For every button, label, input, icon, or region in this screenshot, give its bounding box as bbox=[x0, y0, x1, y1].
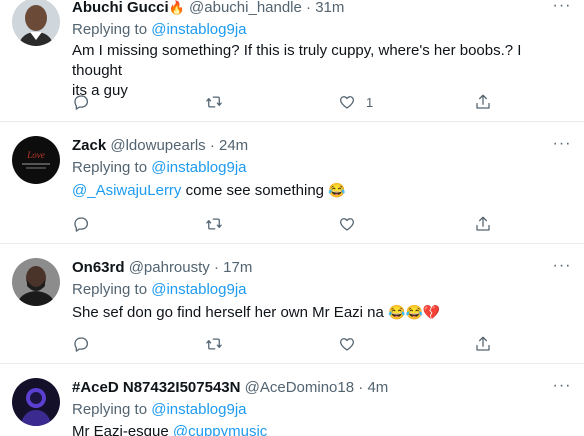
retweet-icon bbox=[206, 96, 222, 108]
reply-icon bbox=[74, 337, 89, 352]
retweet-icon bbox=[206, 218, 222, 230]
tweet-3[interactable]: On63rd @pahrousty · 17m ··· Replying to … bbox=[0, 244, 584, 364]
retweet-button[interactable] bbox=[205, 92, 223, 112]
share-icon bbox=[476, 94, 490, 109]
replying-label: Replying to bbox=[72, 281, 152, 298]
replying-label: Replying to bbox=[72, 159, 152, 176]
tweet-1[interactable]: Abuchi Gucci🔥 @abuchi_handle · 31m ··· R… bbox=[0, 0, 584, 122]
tweet-text: @_AsiwajuLerry come see something 😂 bbox=[72, 180, 572, 201]
display-name[interactable]: Zack bbox=[72, 137, 106, 154]
retweet-button[interactable] bbox=[205, 334, 223, 354]
user-handle[interactable]: @ldowupearls bbox=[110, 137, 205, 154]
share-icon bbox=[476, 216, 490, 231]
reply-button[interactable] bbox=[72, 214, 90, 234]
tweet-text-span: come see something bbox=[181, 182, 329, 199]
retweet-button[interactable] bbox=[205, 214, 223, 234]
mention-link[interactable]: @_AsiwajuLerry bbox=[72, 182, 181, 199]
replying-mention[interactable]: @instablog9ja bbox=[151, 21, 246, 38]
tweet-actions: 1 bbox=[72, 92, 512, 112]
more-icon[interactable]: ··· bbox=[552, 136, 572, 158]
fire-emoji: 🔥 bbox=[168, 0, 185, 15]
timestamp[interactable]: 4m bbox=[367, 379, 388, 396]
share-button[interactable] bbox=[474, 214, 492, 234]
separator: · bbox=[213, 259, 219, 276]
share-icon bbox=[476, 336, 490, 351]
user-handle[interactable]: @AceDomino18 bbox=[245, 379, 354, 396]
like-button[interactable] bbox=[338, 334, 356, 354]
like-count: 1 bbox=[366, 94, 374, 110]
retweet-icon bbox=[206, 338, 222, 350]
tweet-text: Mr Eazi-esque @cuppymusic bbox=[72, 422, 572, 436]
replying-label: Replying to bbox=[72, 21, 152, 38]
emoji: 😂 bbox=[328, 182, 346, 198]
avatar[interactable] bbox=[12, 258, 60, 306]
like-icon bbox=[339, 96, 355, 109]
tweet-header: On63rd @pahrousty · 17m bbox=[72, 258, 252, 278]
mention-link[interactable]: @cuppymusic bbox=[173, 423, 267, 436]
reply-icon bbox=[74, 217, 89, 232]
replying-to: Replying to @instablog9ja bbox=[72, 20, 247, 40]
like-button[interactable]: 1 bbox=[338, 92, 373, 112]
tweet-4[interactable]: #AceD N87432I507543N @AceDomino18 · 4m ·… bbox=[0, 364, 584, 436]
separator: · bbox=[306, 0, 312, 16]
display-name[interactable]: Abuchi Gucci bbox=[72, 0, 169, 16]
avatar[interactable] bbox=[12, 378, 60, 426]
share-button[interactable] bbox=[474, 334, 492, 354]
avatar[interactable]: Love bbox=[12, 136, 60, 184]
display-name[interactable]: On63rd bbox=[72, 259, 125, 276]
share-button[interactable] bbox=[474, 92, 492, 112]
tweet-actions bbox=[72, 334, 512, 354]
separator: · bbox=[358, 379, 364, 396]
timestamp[interactable]: 24m bbox=[219, 137, 248, 154]
tweet-header: Zack @ldowupearls · 24m bbox=[72, 136, 248, 156]
like-icon bbox=[339, 338, 355, 351]
reply-button[interactable] bbox=[72, 334, 90, 354]
reply-icon bbox=[74, 95, 89, 110]
more-icon[interactable]: ··· bbox=[552, 378, 572, 400]
tweet-text-line: Am I missing something? If this is truly… bbox=[72, 42, 522, 79]
like-button[interactable] bbox=[338, 214, 356, 234]
emoji: 😂😂💔 bbox=[388, 304, 441, 320]
tweet-text-span: Mr Eazi-esque bbox=[72, 423, 173, 436]
like-icon bbox=[339, 218, 355, 231]
display-name[interactable]: #AceD N87432I507543N bbox=[72, 379, 240, 396]
replying-label: Replying to bbox=[72, 401, 152, 418]
replying-to: Replying to @instablog9ja bbox=[72, 158, 247, 178]
tweet-actions bbox=[72, 214, 512, 234]
replying-mention[interactable]: @instablog9ja bbox=[151, 281, 246, 298]
timestamp[interactable]: 31m bbox=[315, 0, 344, 16]
tweet-header: #AceD N87432I507543N @AceDomino18 · 4m bbox=[72, 378, 388, 398]
tweet-2[interactable]: Love Zack @ldowupearls · 24m ··· Replyin… bbox=[0, 122, 584, 244]
tweet-header: Abuchi Gucci🔥 @abuchi_handle · 31m bbox=[72, 0, 344, 18]
replying-mention[interactable]: @instablog9ja bbox=[151, 401, 246, 418]
user-handle[interactable]: @abuchi_handle bbox=[189, 0, 302, 16]
svg-text:Love: Love bbox=[26, 150, 45, 160]
tweet-text-span: She sef don go find herself her own Mr E… bbox=[72, 304, 389, 321]
timestamp[interactable]: 17m bbox=[223, 259, 252, 276]
replying-to: Replying to @instablog9ja bbox=[72, 280, 247, 300]
more-icon[interactable]: ··· bbox=[552, 0, 572, 20]
tweet-text: She sef don go find herself her own Mr E… bbox=[72, 302, 572, 323]
reply-button[interactable] bbox=[72, 92, 90, 112]
replying-to: Replying to @instablog9ja bbox=[72, 400, 247, 420]
more-icon[interactable]: ··· bbox=[552, 258, 572, 280]
avatar[interactable] bbox=[12, 0, 60, 46]
user-handle[interactable]: @pahrousty bbox=[129, 259, 210, 276]
replying-mention[interactable]: @instablog9ja bbox=[151, 159, 246, 176]
separator: · bbox=[209, 137, 215, 154]
